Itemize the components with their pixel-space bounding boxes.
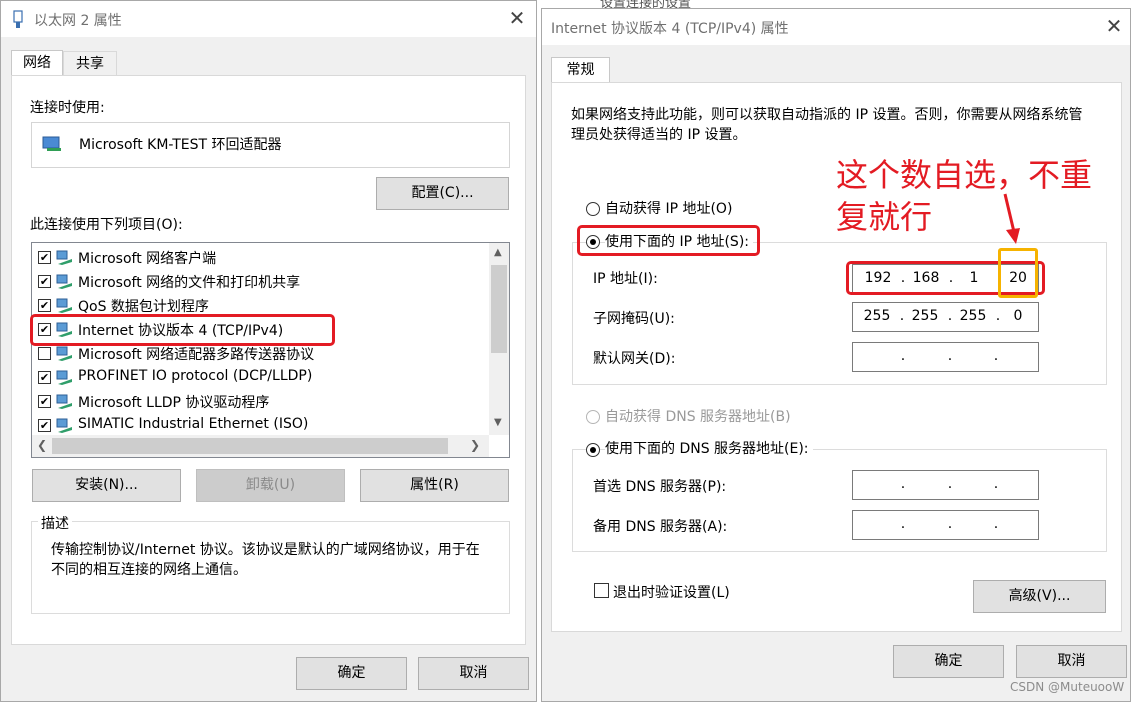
item-label: Microsoft 网络适配器多路传送器协议 — [78, 347, 315, 363]
adapter-icon — [42, 136, 61, 151]
tab-network[interactable]: 网络 — [11, 50, 63, 76]
item-label: PROFINET IO protocol (DCP/LLDP) — [78, 368, 313, 384]
annotation-arrow-icon — [1003, 193, 1020, 244]
validate-label[interactable]: 退出时验证设置(L) — [613, 582, 730, 602]
ipv4-ok-button[interactable]: 确定 — [893, 645, 1004, 678]
scroll-thumb[interactable] — [491, 265, 507, 353]
items-list: ✔ Microsoft 网络客户端 ✔ Microsoft 网络的文件和打印机共享 ✔ Q… — [31, 242, 510, 458]
ipv4-close-icon[interactable]: ✕ — [1103, 15, 1125, 37]
item-label: QoS 数据包计划程序 — [78, 299, 209, 315]
items-label: 此连接使用下列项目(O): — [30, 217, 183, 233]
ok-button[interactable]: 确定 — [296, 657, 407, 690]
background-window-edge — [1131, 0, 1144, 702]
subnet-octet-1[interactable]: 255 — [857, 308, 897, 324]
hscroll-thumb[interactable] — [52, 438, 448, 454]
item-label: SIMATIC Industrial Ethernet (ISO) — [78, 416, 309, 432]
gateway-dot: . — [900, 348, 906, 364]
subnet-octet-4[interactable]: 0 — [1003, 308, 1033, 324]
adapter-name: Microsoft KM-TEST 环回适配器 — [79, 137, 282, 153]
dns-dot: . — [993, 476, 999, 492]
annotation-text-line1: 这个数自选，不重 — [836, 156, 1093, 194]
item-checkbox[interactable]: ✔ — [38, 299, 51, 312]
connect-using-label: 连接时使用: — [30, 100, 105, 116]
scroll-down-icon[interactable]: ▼ — [494, 417, 502, 428]
auto-dns-radio — [586, 410, 600, 424]
auto-dns-label: 自动获得 DNS 服务器地址(B) — [605, 409, 791, 425]
scroll-right-icon[interactable]: ❯ — [470, 438, 480, 452]
item-checkbox[interactable]: ✔ — [38, 395, 51, 408]
cancel-button[interactable]: 取消 — [418, 657, 529, 690]
uninstall-button: 卸载(U) — [196, 469, 345, 502]
network-component-icon — [56, 298, 74, 314]
advanced-button[interactable]: 高级(V)... — [973, 580, 1106, 613]
adapter-box: Microsoft KM-TEST 环回适配器 — [31, 122, 510, 168]
title-bar: 以太网 2 属性 ✕ — [1, 1, 536, 37]
dns-dot: . — [947, 516, 953, 532]
item-checkbox[interactable]: ✔ — [38, 371, 51, 384]
validate-checkbox[interactable] — [594, 583, 609, 598]
item-label: Microsoft 网络的文件和打印机共享 — [78, 275, 301, 291]
manual-ip-highlight — [577, 225, 760, 256]
preferred-dns-field[interactable]: . . . — [852, 470, 1039, 500]
watermark: CSDN @MuteuooW — [1010, 680, 1125, 694]
subnet-octet-2[interactable]: 255 — [905, 308, 945, 324]
annotation-text-line2: 复就行 — [836, 198, 933, 236]
network-tab-panel: 连接时使用: Microsoft KM-TEST 环回适配器 配置(C)... … — [11, 75, 526, 645]
ipv4-highlight — [30, 314, 335, 346]
network-component-icon — [56, 418, 74, 434]
item-label: Microsoft LLDP 协议驱动程序 — [78, 395, 270, 411]
auto-ip-label[interactable]: 自动获得 IP 地址(O) — [605, 198, 732, 218]
dns-dot: . — [900, 476, 906, 492]
ipv4-window-title: Internet 协议版本 4 (TCP/IPv4) 属性 — [551, 21, 789, 37]
item-checkbox[interactable]: ✔ — [38, 419, 51, 432]
tab-general[interactable]: 常规 — [551, 57, 610, 83]
dns-dot: . — [947, 476, 953, 492]
ip-address-label: IP 地址(I): — [593, 271, 658, 287]
item-label: Microsoft 网络客户端 — [78, 251, 217, 267]
scroll-up-icon[interactable]: ▲ — [494, 247, 502, 258]
gateway-field[interactable]: . . . — [852, 342, 1039, 372]
close-icon[interactable]: ✕ — [506, 7, 528, 29]
manual-dns-label[interactable]: 使用下面的 DNS 服务器地址(E): — [605, 438, 813, 458]
ipv4-cancel-button[interactable]: 取消 — [1016, 645, 1127, 678]
auto-ip-radio[interactable] — [586, 202, 600, 216]
network-component-icon — [56, 250, 74, 266]
ipv4-properties-window: Internet 协议版本 4 (TCP/IPv4) 属性 ✕ 常规 如果网络支… — [541, 8, 1131, 702]
dns-dot: . — [900, 516, 906, 532]
adapter-properties-window: 以太网 2 属性 ✕ 网络 共享 连接时使用: Microsoft KM-TES… — [0, 0, 537, 702]
manual-dns-radio[interactable] — [586, 443, 600, 457]
network-component-icon — [56, 394, 74, 410]
subnet-dot: . — [995, 308, 1001, 324]
network-adapter-icon — [13, 10, 23, 28]
description-label: 描述 — [38, 513, 72, 533]
item-checkbox[interactable]: ✔ — [38, 275, 51, 288]
intro-text: 如果网络支持此功能，则可以获取自动指派的 IP 设置。否则，你需要从网络系统管理… — [571, 107, 1083, 143]
description-text: 传输控制协议/Internet 协议。该协议是默认的广域网络协议，用于在不同的相… — [51, 542, 480, 578]
network-component-icon — [56, 346, 74, 362]
ipv4-title-bar: Internet 协议版本 4 (TCP/IPv4) 属性 ✕ — [542, 9, 1130, 45]
tab-sharing[interactable]: 共享 — [63, 51, 117, 76]
item-checkbox[interactable]: ✔ — [38, 251, 51, 264]
network-component-icon — [56, 370, 74, 386]
alternate-dns-field[interactable]: . . . — [852, 510, 1039, 540]
horizontal-scrollbar[interactable]: ❮ ❯ — [32, 435, 489, 457]
install-button[interactable]: 安装(N)... — [32, 469, 181, 502]
preferred-dns-label: 首选 DNS 服务器(P): — [593, 479, 727, 495]
vertical-scrollbar[interactable]: ▲ ▼ — [489, 243, 509, 435]
last-octet-highlight — [998, 248, 1038, 298]
gateway-dot: . — [947, 348, 953, 364]
subnet-octet-3[interactable]: 255 — [953, 308, 993, 324]
scroll-left-icon[interactable]: ❮ — [37, 438, 47, 452]
gateway-dot: . — [993, 348, 999, 364]
window-title: 以太网 2 属性 — [34, 13, 122, 29]
configure-button[interactable]: 配置(C)... — [376, 177, 509, 210]
properties-button[interactable]: 属性(R) — [360, 469, 509, 502]
subnet-label: 子网掩码(U): — [593, 311, 675, 327]
gateway-label: 默认网关(D): — [593, 351, 676, 367]
subnet-field[interactable]: 255 . 255 . 255 . 0 — [852, 302, 1039, 332]
network-component-icon — [56, 274, 74, 290]
alternate-dns-label: 备用 DNS 服务器(A): — [593, 519, 728, 535]
item-checkbox[interactable] — [38, 347, 51, 360]
dns-dot: . — [993, 516, 999, 532]
